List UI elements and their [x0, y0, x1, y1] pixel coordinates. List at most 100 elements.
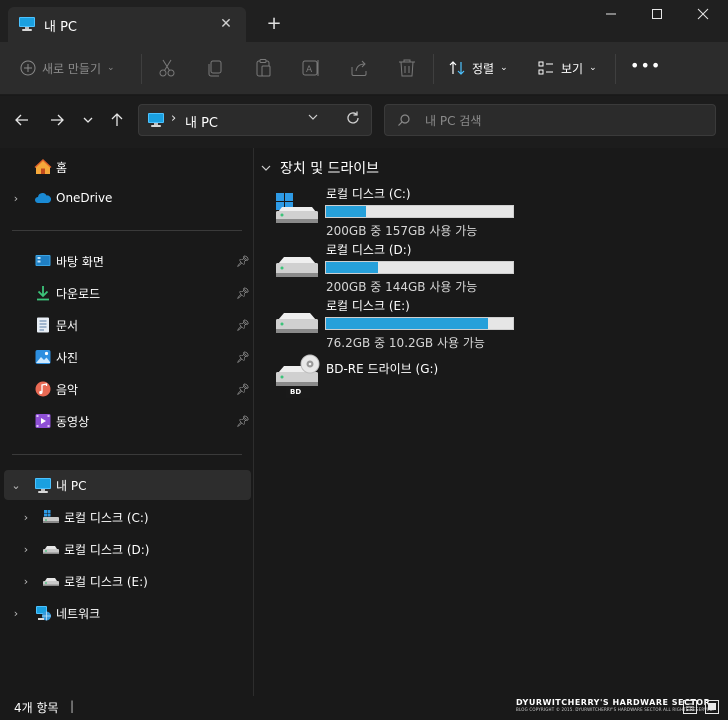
usage-bar [325, 317, 514, 330]
drive-item-g[interactable]: BD-RE 드라이브 (G:) BD [272, 354, 532, 410]
navigation-pane: 홈 › OneDrive 바탕 화면 📌︎ 다운로드 📌︎ 문서 📌︎ 사진 📌… [0, 148, 253, 696]
forward-button[interactable] [47, 112, 67, 132]
chevron-down-icon [83, 117, 93, 123]
up-button[interactable] [107, 112, 127, 132]
usage-bar [325, 261, 514, 274]
pin-icon[interactable]: 📌︎ [236, 287, 250, 300]
details-view-button[interactable] [682, 699, 698, 715]
usage-bar-fill [326, 206, 367, 217]
paste-button[interactable] [252, 57, 274, 79]
chevron-right-icon[interactable]: › [20, 511, 32, 524]
sort-button[interactable]: 정렬 ⌄ [448, 58, 508, 78]
view-label: 보기 [561, 61, 584, 76]
sidebar-item-desktop[interactable]: 바탕 화면 📌︎ [4, 246, 251, 276]
address-bar[interactable]: › 내 PC [138, 104, 372, 136]
copy-button[interactable] [204, 57, 226, 79]
new-tab-button[interactable]: + [262, 12, 286, 36]
sidebar-item-music[interactable]: 음악 📌︎ [4, 374, 251, 404]
search-box[interactable] [384, 104, 716, 136]
chevron-down-icon[interactable]: ⌄ [10, 479, 22, 492]
sidebar-item-home[interactable]: 홈 [4, 152, 251, 182]
drive-item-c[interactable]: 로컬 디스크 (C:) 200GB 중 157GB 사용 가능 [272, 185, 532, 238]
breadcrumb-this-pc[interactable]: 내 PC [185, 112, 218, 131]
item-count: 4개 항목 [14, 701, 59, 715]
monitor-icon [18, 16, 36, 35]
pin-icon[interactable]: 📌︎ [236, 383, 250, 396]
share-button[interactable] [348, 57, 370, 79]
status-separator: | [70, 699, 75, 713]
rename-button[interactable]: A [300, 57, 322, 79]
chevron-right-icon[interactable]: › [20, 543, 32, 556]
watermark-title: DYURWITCHERRY'S HARDWARE SECTOR [516, 698, 711, 707]
address-dropdown-button[interactable] [307, 111, 319, 126]
usage-bar-fill [326, 318, 488, 329]
sidebar-item-network[interactable]: › 네트워크 [4, 598, 251, 628]
share-icon [351, 60, 367, 76]
sidebar-item-documents[interactable]: 문서 📌︎ [4, 310, 251, 340]
refresh-button[interactable] [343, 110, 363, 130]
download-icon [34, 284, 52, 302]
network-icon [34, 604, 52, 622]
group-title: 장치 및 드라이브 [280, 161, 380, 177]
drive-item-d[interactable]: 로컬 디스크 (D:) 200GB 중 144GB 사용 가능 [272, 241, 532, 294]
sidebar-item-label: 로컬 디스크 (C:) [64, 510, 149, 525]
close-button[interactable] [680, 0, 726, 32]
drive-name: 로컬 디스크 (D:) [326, 243, 412, 257]
large-icons-view-button[interactable] [704, 699, 720, 715]
system-drive-icon [274, 193, 320, 226]
view-button[interactable]: 보기 ⌄ [537, 58, 597, 78]
search-input[interactable] [425, 111, 705, 131]
system-drive-icon [42, 508, 60, 526]
sidebar-item-onedrive[interactable]: › OneDrive [4, 183, 251, 213]
drive-item-e[interactable]: 로컬 디스크 (E:) 76.2GB 중 10.2GB 사용 가능 [272, 297, 532, 350]
paste-icon [256, 59, 271, 77]
pin-icon[interactable]: 📌︎ [236, 351, 250, 364]
tab-title: 내 PC [44, 20, 78, 35]
sidebar-item-label: 음악 [56, 382, 79, 397]
pin-icon[interactable]: 📌︎ [236, 415, 250, 428]
sidebar-item-this-pc[interactable]: ⌄ 내 PC [4, 470, 251, 500]
sidebar-item-pictures[interactable]: 사진 📌︎ [4, 342, 251, 372]
navigation-bar: › 내 PC [0, 96, 728, 148]
minimize-button[interactable] [588, 0, 634, 32]
sidebar-item-downloads[interactable]: 다운로드 📌︎ [4, 278, 251, 308]
sort-icon [449, 61, 465, 75]
chevron-down-icon [261, 165, 271, 171]
chevron-down-icon: ⌄ [589, 63, 597, 73]
recent-locations-button[interactable] [78, 112, 98, 132]
pin-icon[interactable]: 📌︎ [236, 255, 250, 268]
rename-icon: A [302, 60, 319, 76]
drive-name: BD-RE 드라이브 (G:) [326, 362, 439, 376]
new-button[interactable]: 새로 만들기 ⌄ [20, 58, 115, 78]
sidebar-item-label: 로컬 디스크 (D:) [64, 542, 150, 557]
cloud-icon [34, 189, 52, 207]
tab-close-icon[interactable]: ✕ [214, 12, 238, 36]
monitor-icon [147, 112, 165, 131]
drive-space-info: 200GB 중 144GB 사용 가능 [326, 280, 478, 294]
sidebar-item-videos[interactable]: 동영상 📌︎ [4, 406, 251, 436]
tab-this-pc[interactable]: 내 PC ✕ [8, 7, 246, 42]
sidebar-item-label: 네트워크 [56, 606, 101, 621]
sidebar-item-label: 동영상 [56, 414, 90, 429]
delete-button[interactable] [396, 57, 418, 79]
hard-drive-icon [274, 311, 320, 338]
back-button[interactable] [12, 112, 32, 132]
chevron-right-icon[interactable]: › [10, 607, 22, 620]
maximize-icon [652, 9, 662, 19]
maximize-button[interactable] [634, 0, 680, 32]
sidebar-item-label: 다운로드 [56, 286, 101, 301]
sidebar-item-label: 바탕 화면 [56, 254, 104, 269]
sidebar-item-drive-c[interactable]: › 로컬 디스크 (C:) [4, 502, 251, 532]
sidebar-item-label: OneDrive [56, 191, 113, 205]
chevron-right-icon[interactable]: › [20, 575, 32, 588]
sidebar-item-drive-d[interactable]: › 로컬 디스크 (D:) [4, 534, 251, 564]
details-view-icon [683, 700, 697, 714]
chevron-right-icon[interactable]: › [10, 192, 22, 205]
drive-space-info: 200GB 중 157GB 사용 가능 [326, 224, 478, 238]
sort-label: 정렬 [472, 61, 495, 76]
more-options-icon[interactable]: ••• [630, 56, 660, 80]
sidebar-item-drive-e[interactable]: › 로컬 디스크 (E:) [4, 566, 251, 596]
cut-button[interactable] [156, 57, 178, 79]
pin-icon[interactable]: 📌︎ [236, 319, 250, 332]
group-header-devices[interactable]: 장치 및 드라이브 [260, 158, 379, 178]
